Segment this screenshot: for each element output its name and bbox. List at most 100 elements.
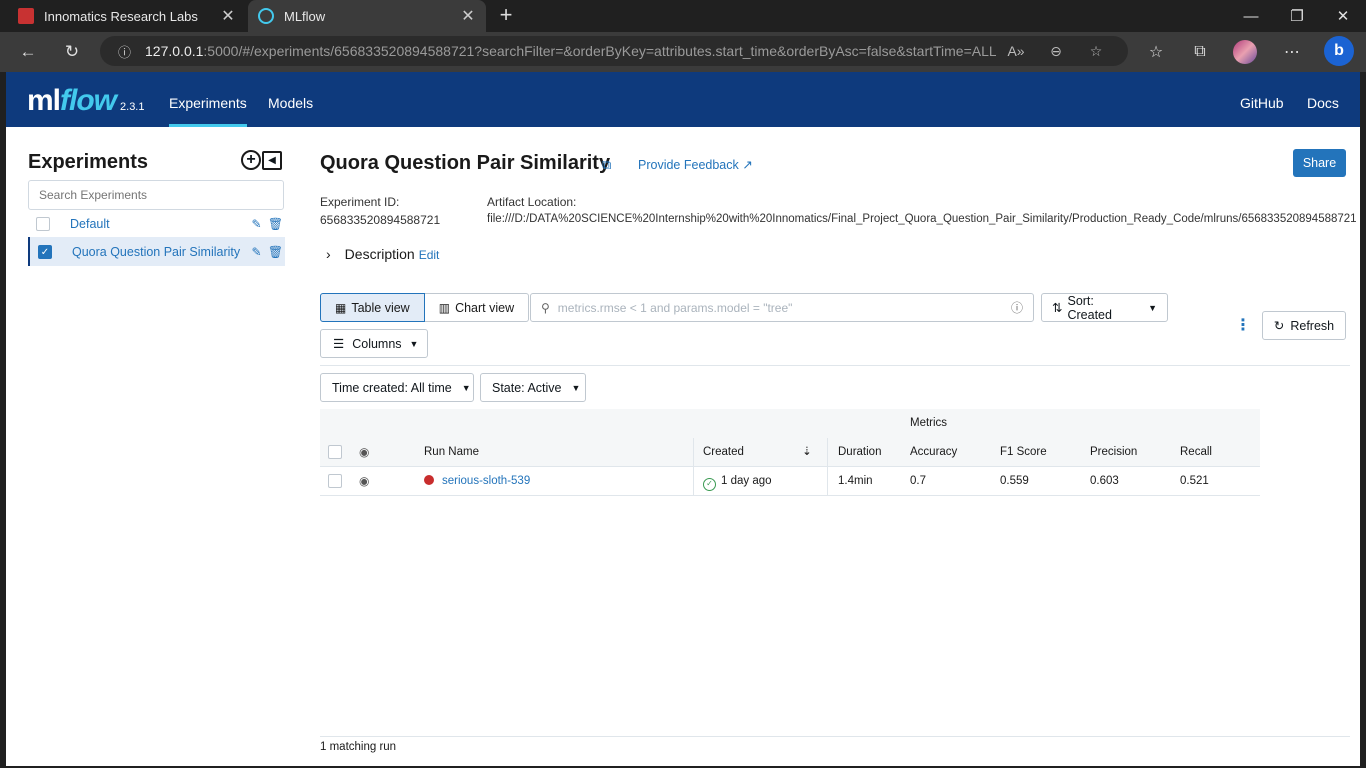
- state-filter[interactable]: State: Active ▼: [480, 373, 586, 402]
- mlflow-logo[interactable]: mlflow 2.3.1: [27, 84, 144, 118]
- artifact-location-label: Artifact Location:: [487, 195, 577, 209]
- tab-label: MLflow: [284, 8, 326, 24]
- collections-icon[interactable]: ⧉: [1186, 40, 1214, 64]
- nav-github[interactable]: GitHub: [1240, 72, 1284, 127]
- columns-icon: ☰: [333, 337, 345, 351]
- read-aloud-icon[interactable]: A»: [996, 43, 1036, 59]
- nav-docs[interactable]: Docs: [1307, 72, 1339, 127]
- new-tab-button[interactable]: +: [494, 4, 518, 28]
- external-link-icon: ↗: [742, 158, 753, 172]
- browser-tab-mlflow[interactable]: MLflow ✕: [248, 0, 486, 32]
- close-tab-icon[interactable]: ✕: [220, 6, 236, 26]
- table-group-header: Metrics: [320, 409, 1260, 438]
- experiment-name[interactable]: Default: [70, 217, 247, 231]
- runs-search-input[interactable]: ⚲ metrics.rmse < 1 and params.model = "t…: [530, 293, 1034, 322]
- view-toggle: ▦ Table view ▥ Chart view: [320, 293, 530, 322]
- chart-view-button[interactable]: ▥ Chart view: [424, 293, 530, 322]
- browser-tab-innomatics[interactable]: Innomatics Research Labs ✕: [8, 0, 246, 32]
- nav-models[interactable]: Models: [268, 72, 313, 127]
- table-icon: ▦: [335, 300, 347, 315]
- back-button[interactable]: ←: [13, 38, 43, 66]
- chevron-down-icon: ▼: [571, 382, 581, 393]
- visibility-eye-icon[interactable]: ◉: [359, 467, 369, 496]
- refresh-button[interactable]: ↻ Refresh: [1262, 311, 1346, 340]
- description-edit-link[interactable]: Edit: [419, 248, 440, 262]
- experiment-checkbox[interactable]: ✓: [38, 244, 52, 259]
- minimize-button[interactable]: —: [1228, 0, 1274, 32]
- share-button[interactable]: Share: [1293, 149, 1346, 177]
- restore-button[interactable]: ❐: [1274, 0, 1320, 32]
- metrics-group-label: Metrics: [910, 417, 948, 429]
- close-tab-icon[interactable]: ✕: [460, 6, 476, 26]
- add-experiment-icon[interactable]: +: [241, 150, 261, 170]
- col-run-name[interactable]: Run Name: [424, 438, 479, 467]
- experiment-checkbox[interactable]: [36, 216, 50, 231]
- columns-button[interactable]: ☰ Columns ▼: [320, 329, 428, 358]
- reload-button[interactable]: ↻: [57, 38, 87, 66]
- run-name-cell[interactable]: serious-sloth-539: [424, 467, 530, 496]
- col-recall[interactable]: Recall: [1180, 438, 1212, 467]
- chevron-right-icon: ›: [326, 246, 331, 262]
- col-accuracy[interactable]: Accuracy: [910, 438, 957, 467]
- nav-experiments[interactable]: Experiments: [169, 72, 247, 127]
- col-precision[interactable]: Precision: [1090, 438, 1137, 467]
- footer-divider: [320, 736, 1350, 737]
- col-duration[interactable]: Duration: [838, 438, 881, 467]
- experiment-item-default[interactable]: Default ✎ 🗑: [28, 209, 285, 238]
- col-created[interactable]: Created: [703, 438, 744, 467]
- recall-cell: 0.521: [1180, 475, 1209, 487]
- time-created-filter[interactable]: Time created: All time ▼: [320, 373, 474, 402]
- profile-avatar[interactable]: [1233, 40, 1257, 64]
- sidebar-title: Experiments: [28, 151, 149, 173]
- bing-copilot-icon[interactable]: b: [1324, 36, 1354, 66]
- mlflow-header: mlflow 2.3.1 Experiments Models GitHub Do…: [6, 72, 1360, 127]
- browser-tab-bar: Innomatics Research Labs ✕ MLflow ✕ + — …: [0, 0, 1366, 32]
- search-experiments-input[interactable]: [28, 180, 284, 210]
- provide-feedback-link[interactable]: Provide Feedback ↗: [638, 157, 753, 172]
- window-close-button[interactable]: ✕: [1320, 0, 1366, 32]
- more-menu-icon[interactable]: ⋯: [1278, 40, 1306, 64]
- sort-dropdown[interactable]: ⇅ Sort: Created ▼: [1041, 293, 1168, 322]
- table-header-row: ◉ Run Name Created ⇣ Duration Accuracy F…: [320, 438, 1260, 467]
- row-checkbox[interactable]: [328, 474, 342, 488]
- browser-toolbar: ← ↻ ⓘ 127.0.0.1:5000/#/experiments/65683…: [0, 32, 1366, 72]
- collapse-sidebar-icon[interactable]: ◀: [262, 151, 282, 170]
- url-text: 127.0.0.1:5000/#/experiments/65683352089…: [145, 43, 996, 59]
- mlflow-favicon-icon: [258, 8, 274, 24]
- experiment-item-quora[interactable]: ✓ Quora Question Pair Similarity ✎ 🗑: [28, 237, 285, 266]
- visibility-eye-icon[interactable]: ◉: [359, 438, 369, 467]
- edit-pencil-icon[interactable]: ✎: [247, 245, 266, 259]
- table-view-button[interactable]: ▦ Table view: [320, 293, 425, 322]
- experiment-id-value: 656833520894588721: [320, 213, 441, 227]
- address-bar[interactable]: ⓘ 127.0.0.1:5000/#/experiments/656833520…: [100, 36, 1128, 66]
- version-label: 2.3.1: [120, 101, 145, 113]
- description-toggle[interactable]: › Description Edit: [326, 246, 439, 262]
- divider: [320, 365, 1350, 366]
- f1-score-cell: 0.559: [1000, 475, 1029, 487]
- edit-pencil-icon[interactable]: ✎: [247, 217, 266, 231]
- sort-desc-icon[interactable]: ⇣: [802, 438, 812, 467]
- run-name-link[interactable]: serious-sloth-539: [442, 475, 530, 487]
- info-icon[interactable]: ⓘ: [118, 42, 131, 61]
- trash-icon[interactable]: 🗑: [266, 217, 285, 231]
- zoom-icon[interactable]: ⊖: [1036, 43, 1076, 60]
- copy-icon[interactable]: ⧉: [602, 157, 611, 173]
- tab-label: Innomatics Research Labs: [44, 8, 198, 24]
- col-f1-score[interactable]: F1 Score: [1000, 438, 1047, 467]
- artifact-location-value: file:///D:/DATA%20SCIENCE%20Internship%2…: [487, 213, 1357, 225]
- experiment-title: Quora Question Pair Similarity: [320, 152, 611, 174]
- chevron-down-icon: ▼: [1148, 302, 1157, 313]
- select-all-checkbox[interactable]: [328, 445, 342, 459]
- innomatics-favicon-icon: [18, 8, 34, 24]
- more-options-icon[interactable]: ⋮: [1235, 315, 1251, 335]
- trash-icon[interactable]: 🗑: [266, 245, 285, 259]
- table-row[interactable]: ◉ serious-sloth-539 ✓ 1 day ago 1.4min 0.…: [320, 467, 1260, 496]
- precision-cell: 0.603: [1090, 475, 1119, 487]
- mlflow-page: mlflow 2.3.1 Experiments Models GitHub Do…: [6, 72, 1360, 766]
- experiment-name[interactable]: Quora Question Pair Similarity: [72, 245, 247, 259]
- check-circle-icon: ✓: [703, 478, 716, 491]
- chart-icon: ▥: [438, 300, 451, 315]
- refresh-icon: ↻: [1273, 319, 1285, 333]
- favorite-star-icon[interactable]: ☆: [1076, 43, 1116, 60]
- favorites-icon[interactable]: ☆: [1142, 40, 1170, 64]
